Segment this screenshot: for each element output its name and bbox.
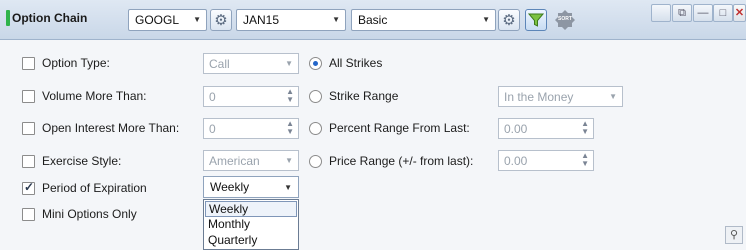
option-type-select[interactable]: Call ▼ (203, 53, 299, 74)
price-range-spinner[interactable]: 0.00 ▲ ▼ (498, 150, 594, 171)
dropdown-option-monthly[interactable]: Monthly (205, 217, 297, 233)
expiry-value: JAN15 (243, 13, 280, 27)
close-button[interactable]: ✕ (733, 4, 746, 22)
pin-icon: ⚲ (729, 229, 739, 241)
spinner-arrows-icon[interactable]: ▲ ▼ (581, 152, 589, 168)
volume-label: Volume More Than: (42, 89, 147, 103)
percent-range-value: 0.00 (504, 122, 528, 136)
open-interest-checkbox[interactable] (22, 122, 35, 135)
sort-label: SORT (558, 16, 572, 22)
open-interest-label: Open Interest More Than: (42, 121, 180, 135)
spinner-arrows-icon[interactable]: ▲ ▼ (286, 88, 294, 104)
exercise-style-checkbox[interactable] (22, 155, 35, 168)
symbol-combo[interactable]: GOOGL ▼ (128, 9, 207, 31)
strike-range-radio[interactable] (309, 90, 322, 103)
spinner-arrows-icon[interactable]: ▲ ▼ (581, 120, 589, 136)
period-expiration-checkbox[interactable]: ✓ (22, 180, 35, 195)
link-color-indicator[interactable] (6, 10, 10, 26)
price-range-value: 0.00 (504, 154, 528, 168)
layout-settings-button[interactable]: ⚙ (498, 9, 520, 31)
gear-icon: ⚙ (502, 11, 516, 29)
chevron-down-icon: ▼ (193, 15, 201, 24)
all-strikes-label: All Strikes (329, 56, 383, 70)
strike-range-label: Strike Range (329, 89, 399, 103)
period-expiration-select[interactable]: Weekly ▼ (203, 176, 299, 198)
expiry-combo[interactable]: JAN15 ▼ (236, 9, 346, 31)
checkmark-icon: ✓ (24, 180, 35, 194)
period-expiration-dropdown: Weekly Monthly Quarterly (203, 199, 299, 250)
percent-range-radio[interactable] (309, 122, 322, 135)
minimize-icon: — (697, 7, 709, 19)
option-type-label: Option Type: (42, 56, 110, 70)
sort-button[interactable]: SORT (554, 9, 576, 31)
gear-icon: ⚙ (214, 11, 228, 29)
chevron-down-icon: ▼ (284, 183, 292, 192)
open-interest-value: 0 (209, 122, 216, 136)
option-type-value: Call (209, 57, 230, 71)
strike-range-select[interactable]: In the Money ▼ (498, 86, 623, 107)
chevron-down-icon: ▼ (332, 15, 340, 24)
price-range-radio[interactable] (309, 155, 322, 168)
window-title: Option Chain (12, 11, 88, 25)
strike-range-value: In the Money (504, 90, 574, 104)
chevron-down-icon: ▼ (482, 15, 490, 24)
chevron-down-icon: ▼ (285, 156, 293, 165)
exercise-style-value: American (209, 154, 260, 168)
exercise-style-label: Exercise Style: (42, 154, 122, 168)
maximize-button[interactable]: □ (713, 4, 733, 22)
symbol-settings-button[interactable]: ⚙ (210, 9, 232, 31)
title-bar: Option Chain GOOGL ▼ ⚙ JAN15 ▼ Basic ▼ ⚙… (0, 0, 746, 40)
open-interest-spinner[interactable]: 0 ▲ ▼ (203, 118, 299, 139)
restore-button[interactable]: ⧉ (672, 4, 692, 22)
filter-icon (528, 13, 544, 27)
help-button[interactable] (651, 4, 671, 22)
period-expiration-value: Weekly (210, 180, 250, 194)
minimize-button[interactable]: — (693, 4, 713, 22)
period-expiration-label: Period of Expiration (42, 181, 147, 195)
percent-range-spinner[interactable]: 0.00 ▲ ▼ (498, 118, 594, 139)
mini-options-checkbox[interactable] (22, 208, 35, 221)
price-range-label: Price Range (+/- from last): (329, 154, 474, 168)
dropdown-option-quarterly[interactable]: Quarterly (205, 233, 297, 249)
spinner-arrows-icon[interactable]: ▲ ▼ (286, 120, 294, 136)
all-strikes-radio[interactable] (309, 57, 322, 70)
close-icon: ✕ (734, 7, 745, 19)
volume-spinner[interactable]: 0 ▲ ▼ (203, 86, 299, 107)
filter-button[interactable] (525, 9, 547, 31)
maximize-icon: □ (719, 7, 727, 19)
layout-combo[interactable]: Basic ▼ (351, 9, 496, 31)
restore-icon: ⧉ (678, 7, 686, 19)
volume-value: 0 (209, 90, 216, 104)
dropdown-option-weekly[interactable]: Weekly (205, 201, 297, 217)
symbol-value: GOOGL (135, 13, 180, 27)
volume-checkbox[interactable] (22, 90, 35, 103)
option-type-checkbox[interactable] (22, 57, 35, 70)
pin-button[interactable]: ⚲ (725, 226, 743, 244)
mini-options-label: Mini Options Only (42, 207, 137, 221)
percent-range-label: Percent Range From Last: (329, 121, 470, 135)
radio-selected-dot (313, 61, 318, 66)
chevron-down-icon: ▼ (609, 92, 617, 101)
exercise-style-select[interactable]: American ▼ (203, 150, 299, 171)
layout-value: Basic (358, 13, 388, 27)
chevron-down-icon: ▼ (285, 59, 293, 68)
